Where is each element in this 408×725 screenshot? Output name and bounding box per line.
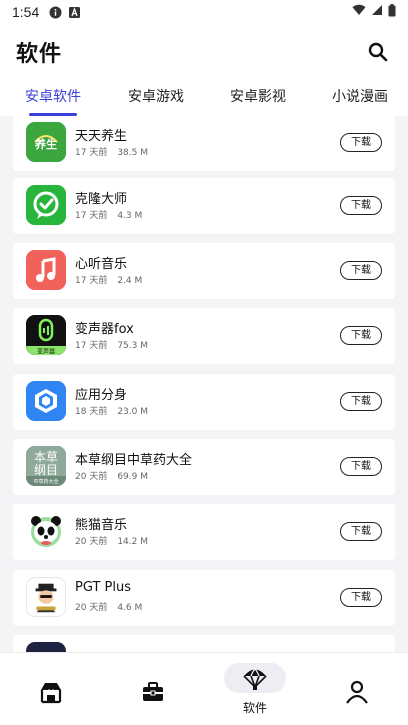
download-button[interactable]: 下载 [340, 392, 382, 411]
download-button[interactable]: 下载 [340, 133, 382, 152]
app-meta: 20 天前 14.2 M [75, 534, 148, 547]
page-title: 软件 [16, 42, 63, 67]
app-age: 18 天前 [75, 407, 108, 417]
nav-label: 软件 [242, 701, 267, 715]
list-item[interactable]: 熊猫音乐 20 天前 14.2 M 下载 [13, 504, 395, 560]
category-tabs: 安卓软件 安卓游戏 安卓影视 小说漫画 [0, 80, 408, 116]
svg-text:纲目: 纲目 [34, 463, 58, 477]
app-size: 75.3 M [117, 341, 148, 351]
app-meta: 17 天前 4.3 M [75, 208, 142, 221]
list-item[interactable]: PGT Plus 20 天前 4.6 M 下载 [13, 570, 395, 626]
list-item[interactable]: 克隆大师 17 天前 4.3 M 下载 [13, 178, 395, 234]
yangsheng-icon: 养生 [26, 122, 66, 162]
app-age: 20 天前 [75, 472, 108, 482]
search-icon [368, 42, 388, 62]
app-age: 17 天前 [75, 148, 108, 158]
tab-novels-comics[interactable]: 小说漫画 [332, 80, 388, 116]
status-time: 1:54 [12, 4, 40, 20]
microphone-icon: 变声器 [26, 315, 66, 355]
list-item[interactable]: 本草 纲目 中草药大全 本草纲目中草药大全 20 天前 69.9 M 下载 [13, 439, 395, 495]
download-button[interactable]: 下载 [340, 457, 382, 476]
tab-android-video[interactable]: 安卓影视 [230, 80, 286, 116]
tab-android-apps[interactable]: 安卓软件 [25, 80, 81, 116]
pgt-icon [26, 577, 66, 617]
app-name: 天天养生 [75, 129, 128, 144]
svg-text:中草药大全: 中草药大全 [33, 478, 58, 485]
nav-software[interactable]: 软件 [204, 653, 306, 725]
cube-icon [26, 381, 66, 421]
battery-icon [388, 3, 396, 21]
app-size: 23.0 M [117, 407, 148, 417]
nav-toolbox[interactable] [102, 653, 204, 725]
download-button[interactable]: 下载 [340, 196, 382, 215]
app-size: 14.2 M [117, 537, 148, 547]
app-name: 应用分身 [75, 388, 128, 403]
download-button[interactable]: 下载 [340, 326, 382, 345]
app-meta: 17 天前 2.4 M [75, 273, 142, 286]
list-item[interactable]: 变声器 变声器fox 17 天前 75.3 M 下载 [13, 308, 395, 364]
download-button[interactable]: 下载 [340, 588, 382, 607]
app-size: 4.3 M [117, 211, 143, 221]
clone-chat-icon [26, 185, 66, 225]
app-name: 心听音乐 [75, 257, 128, 272]
app-meta: 18 天前 23.0 M [75, 404, 148, 417]
app-name: 变声器fox [75, 322, 134, 337]
bottom-nav: 软件 [0, 652, 408, 725]
app-age: 17 天前 [75, 211, 108, 221]
app-age: 20 天前 [75, 537, 108, 547]
app-name: 本草纲目中草药大全 [75, 453, 193, 468]
herb-book-icon: 本草 纲目 中草药大全 [26, 446, 66, 486]
home-stall-icon [40, 683, 62, 704]
app-size: 38.5 M [117, 148, 148, 158]
search-button[interactable] [364, 38, 392, 66]
app-meta: 20 天前 69.9 M [75, 469, 148, 482]
app-meta: 17 天前 75.3 M [75, 338, 148, 351]
notification-a-icon [68, 6, 81, 19]
app-size: 4.6 M [117, 603, 143, 613]
app-header: 软件 [0, 24, 408, 80]
toolbox-icon [143, 682, 163, 701]
app-name: 熊猫音乐 [75, 518, 128, 533]
list-item[interactable]: 心听音乐 17 天前 2.4 M 下载 [13, 243, 395, 299]
app-meta: 20 天前 4.6 M [75, 600, 142, 613]
nav-home[interactable] [0, 653, 102, 725]
download-button[interactable]: 下载 [340, 261, 382, 280]
download-button[interactable]: 下载 [340, 522, 382, 541]
app-age: 17 天前 [75, 341, 108, 351]
info-icon [49, 6, 62, 19]
app-size: 2.4 M [117, 276, 143, 286]
wifi-icon [352, 4, 366, 20]
app-name: 克隆大师 [75, 192, 128, 207]
app-age: 17 天前 [75, 276, 108, 286]
music-note-icon [26, 250, 66, 290]
svg-text:本草: 本草 [34, 450, 58, 464]
parachute-icon [243, 668, 267, 690]
app-meta: 17 天前 38.5 M [75, 145, 148, 158]
app-age: 20 天前 [75, 603, 108, 613]
svg-text:变声器: 变声器 [37, 348, 55, 356]
panda-icon [26, 511, 66, 551]
signal-icon [371, 4, 383, 20]
nav-profile[interactable] [306, 653, 408, 725]
app-size: 69.9 M [117, 472, 148, 482]
list-item[interactable]: 应用分身 18 天前 23.0 M 下载 [13, 374, 395, 430]
status-bar: 1:54 [0, 0, 408, 24]
person-icon [346, 680, 368, 704]
svg-text:养生: 养生 [34, 137, 57, 151]
list-item-partial[interactable] [13, 635, 395, 652]
partial-icon [26, 642, 66, 652]
tab-android-games[interactable]: 安卓游戏 [128, 80, 184, 116]
app-name: PGT Plus [75, 580, 131, 595]
app-list[interactable]: 养生 天天养生 17 天前 38.5 M 下载 克隆大师 17 天前 4.3 M 下… [0, 116, 408, 652]
list-item[interactable]: 养生 天天养生 17 天前 38.5 M 下载 [13, 116, 395, 171]
